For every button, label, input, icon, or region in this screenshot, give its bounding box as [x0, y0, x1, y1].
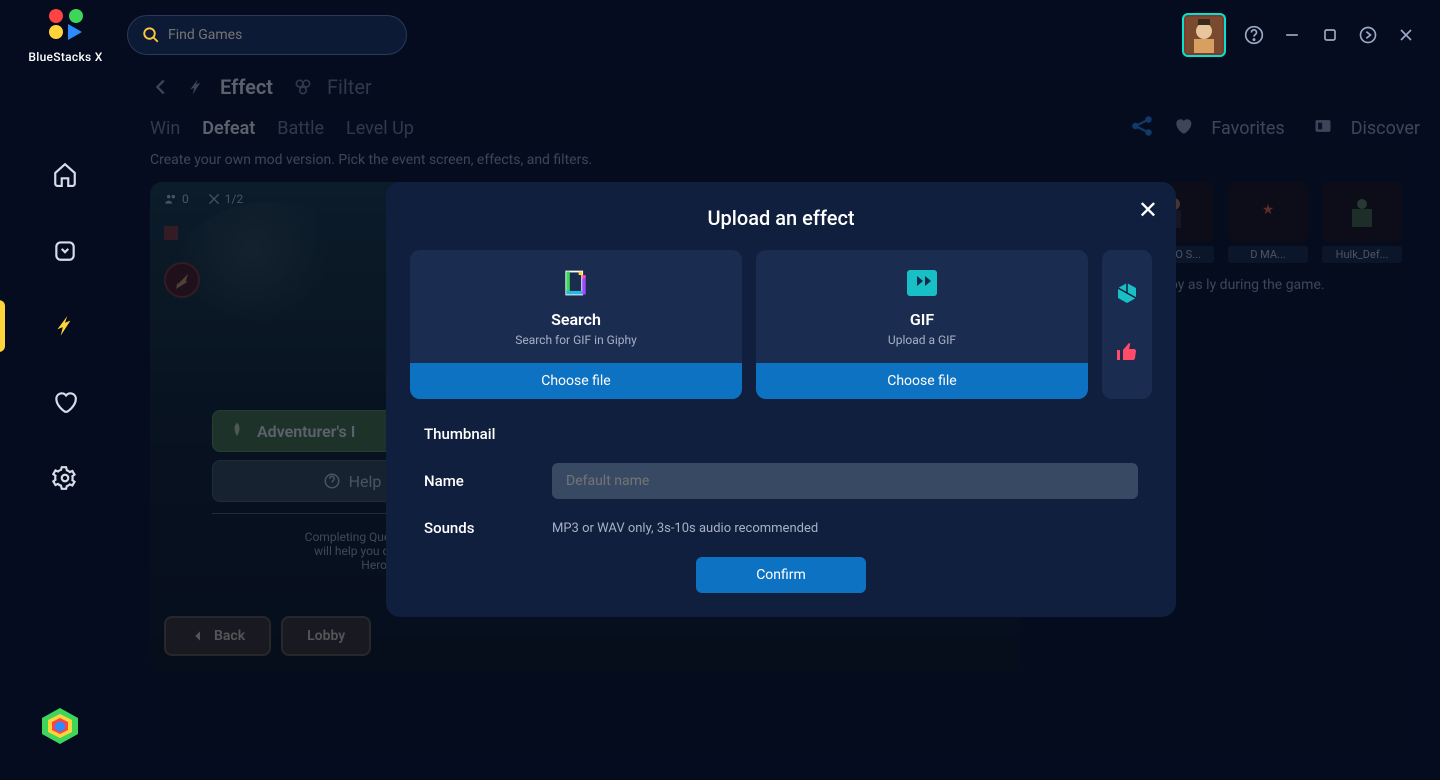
favorites-icon	[1173, 116, 1193, 141]
bluestacks-icon[interactable]	[38, 704, 82, 752]
sidebar-store[interactable]	[51, 236, 79, 264]
restore-icon[interactable]	[1358, 25, 1378, 45]
lobby-button[interactable]: Lobby	[281, 616, 371, 656]
thumbs-up-icon[interactable]	[1115, 340, 1139, 368]
tab-win[interactable]: Win	[150, 118, 180, 139]
discover-icon	[1313, 116, 1333, 141]
name-label: Name	[424, 472, 552, 490]
tab-levelup[interactable]: Level Up	[346, 118, 414, 139]
back-button[interactable]: Back	[164, 616, 271, 656]
hud-players-icon: 0	[164, 192, 189, 206]
upload-effect-modal: ✕ Upload an effect Search Search for GIF…	[386, 182, 1176, 617]
tab-battle[interactable]: Battle	[277, 118, 324, 139]
choose-file-gif-button[interactable]: Choose file	[756, 363, 1088, 399]
page-description: Create your own mod version. Pick the ev…	[150, 152, 1420, 168]
favorite-card[interactable]: ★D MA...	[1228, 182, 1308, 263]
search-box[interactable]	[127, 15, 407, 55]
logo-icon	[42, 6, 90, 46]
favorite-card[interactable]: Hulk_Def...	[1322, 182, 1402, 263]
sidebar-effects[interactable]	[51, 312, 79, 340]
modal-title: Upload an effect	[410, 206, 1152, 230]
search-icon	[142, 26, 160, 44]
gif-card-title: GIF	[910, 310, 934, 329]
favorites-label[interactable]: Favorites	[1211, 118, 1284, 139]
skill-icon[interactable]	[164, 262, 200, 298]
filter-label[interactable]: Filter	[327, 75, 372, 99]
sidebar-favorites[interactable]	[51, 388, 79, 416]
name-input[interactable]	[552, 463, 1138, 499]
hud-swords-icon: 1/2	[207, 192, 243, 206]
thumbnail-label: Thumbnail	[424, 425, 552, 443]
filter-icon[interactable]	[293, 77, 313, 97]
giphy-icon	[559, 266, 593, 300]
sounds-label: Sounds	[424, 519, 552, 537]
pin-icon	[186, 77, 206, 97]
breadcrumb-label: Effect	[220, 75, 273, 99]
sounds-hint: MP3 or WAV only, 3s-10s audio recommende…	[552, 521, 818, 536]
minimize-icon[interactable]	[1282, 25, 1302, 45]
sidebar-settings[interactable]	[51, 464, 79, 492]
tab-defeat[interactable]: Defeat	[202, 118, 255, 139]
search-input[interactable]	[168, 27, 392, 43]
choose-file-search-button[interactable]: Choose file	[410, 363, 742, 399]
close-icon[interactable]: ✕	[1138, 196, 1158, 224]
help-icon[interactable]	[1244, 25, 1264, 45]
search-card-sub: Search for GIF in Giphy	[515, 333, 637, 347]
svg-text:★: ★	[1262, 202, 1275, 218]
sidebar-home[interactable]	[51, 160, 79, 188]
gif-card-sub: Upload a GIF	[888, 333, 956, 347]
search-giphy-card: Search Search for GIF in Giphy Choose fi…	[410, 250, 742, 399]
upload-side-panel	[1102, 250, 1152, 399]
search-card-title: Search	[551, 310, 601, 329]
flag-icon	[164, 226, 178, 240]
upload-gif-card: GIF Upload a GIF Choose file	[756, 250, 1088, 399]
close-window-icon[interactable]	[1396, 25, 1416, 45]
confirm-button[interactable]: Confirm	[696, 557, 866, 593]
discover-label[interactable]: Discover	[1351, 118, 1420, 139]
gif-icon	[905, 266, 939, 300]
logo-text: BlueStacks X	[28, 50, 102, 64]
maximize-icon[interactable]	[1320, 25, 1340, 45]
logo[interactable]: BlueStacks X	[18, 6, 113, 64]
cube-icon[interactable]	[1115, 281, 1139, 309]
back-icon[interactable]	[150, 76, 172, 98]
user-avatar[interactable]	[1182, 13, 1226, 57]
share-icon[interactable]	[1129, 113, 1155, 144]
